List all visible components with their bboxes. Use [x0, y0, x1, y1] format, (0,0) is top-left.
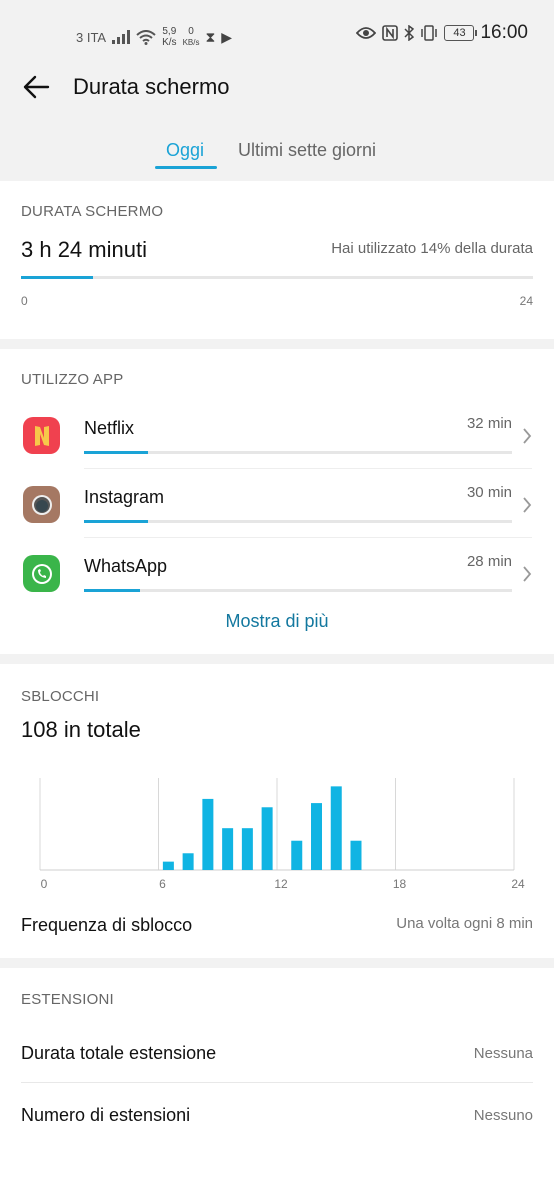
tab-last-seven-days[interactable]: Ultimi sette giorni	[238, 140, 376, 161]
screen-time-progress-track	[21, 276, 533, 279]
eye-icon	[356, 27, 377, 39]
chart-x-tick-label: 6	[159, 877, 166, 891]
app-usage-time: 32 min	[466, 415, 512, 432]
chart-bar	[182, 853, 194, 870]
chevron-right-icon	[523, 566, 532, 582]
network-speed: 5,9 K/s	[162, 26, 176, 48]
chart-bar	[261, 807, 273, 870]
app-usage-card: UTILIZZO APP Netflix 32 min Instagram 30…	[0, 349, 554, 654]
app-row-netflix[interactable]: Netflix 32 min	[0, 415, 554, 486]
play-store-icon: ▶	[221, 28, 233, 45]
app-name: Instagram	[84, 487, 165, 507]
chart-x-tick-label: 18	[393, 877, 407, 891]
speed-unit: K/s	[162, 37, 177, 48]
kbs-unit: KB/s	[182, 38, 200, 47]
screen-time-axis-end: 24	[519, 294, 533, 308]
app-progress-fill	[84, 451, 149, 454]
battery-level: 43	[453, 27, 466, 39]
unlock-frequency-label: Frequenza di sblocco	[21, 915, 193, 935]
app-usage-time: 28 min	[466, 553, 512, 570]
app-progress-track	[84, 520, 512, 523]
tab-today[interactable]: Oggi	[166, 140, 204, 161]
kbs-value: 0	[188, 26, 194, 37]
status-left: 3 ITA 5,9 K/s 0 KB/s ⧗ ▶	[76, 26, 232, 48]
whatsapp-icon	[23, 555, 60, 592]
kbs-indicator: 0 KB/s	[183, 26, 200, 48]
speed-value: 5,9	[162, 26, 177, 37]
chart-bar	[350, 840, 362, 870]
extensions-section-label: ESTENSIONI	[21, 991, 114, 1008]
app-bar: Durata schermo	[0, 68, 554, 108]
nfc-icon	[382, 25, 399, 41]
chart-bar	[162, 861, 174, 870]
divider	[84, 468, 532, 469]
signal-icon	[112, 30, 131, 44]
status-right: 43 16:00	[356, 22, 528, 44]
app-row-instagram[interactable]: Instagram 30 min	[0, 484, 554, 555]
extension-row-value: Nessuna	[473, 1045, 533, 1062]
chart-bar	[291, 840, 303, 870]
chart-bar	[202, 798, 214, 870]
divider	[21, 1082, 533, 1083]
extension-row-label: Numero di estensioni	[21, 1105, 191, 1125]
chart-bar	[241, 828, 253, 870]
screen-time-card: DURATA SCHERMO 3 h 24 minuti Hai utilizz…	[0, 181, 554, 339]
screen-time-axis-start: 0	[21, 294, 28, 308]
bluetooth-icon	[404, 25, 415, 41]
unlocks-card: SBLOCCHI 108 in totale 0 6 12 18 24 Frequenz…	[0, 664, 554, 958]
tab-bar: Oggi Ultimi sette giorni	[0, 138, 554, 172]
chart-bar	[330, 786, 342, 870]
app-progress-track	[84, 589, 512, 592]
netflix-icon	[23, 417, 60, 454]
hourglass-icon: ⧗	[205, 28, 216, 45]
divider	[84, 537, 532, 538]
active-tab-indicator	[155, 166, 217, 169]
extensions-card: ESTENSIONI Durata totale estensione Ness…	[0, 968, 554, 1200]
screen-time-note: Hai utilizzato 14% della durata	[331, 240, 533, 257]
unlock-frequency-value: Una volta ogni 8 min	[396, 915, 533, 932]
screen-time-value: 3 h 24 minuti	[21, 237, 147, 262]
chevron-right-icon	[523, 497, 532, 513]
app-progress-fill	[84, 520, 149, 523]
chart-x-tick-label: 12	[274, 877, 288, 891]
app-progress-track	[84, 451, 512, 454]
status-bar: 3 ITA 5,9 K/s 0 KB/s ⧗ ▶ 43 16:00	[0, 0, 554, 68]
chevron-right-icon	[523, 428, 532, 444]
app-usage-section-label: UTILIZZO APP	[21, 371, 124, 388]
chart-bar	[311, 803, 322, 870]
unlocks-bar-chart: 0 6 12 18 24	[39, 778, 525, 891]
carrier-label: 3 ITA	[76, 29, 107, 45]
extension-row-label: Durata totale estensione	[21, 1043, 217, 1063]
battery-icon: 43	[444, 25, 478, 41]
extension-row-value: Nessuno	[473, 1107, 533, 1124]
screen-time-section-label: DURATA SCHERMO	[21, 203, 164, 220]
wifi-icon	[136, 29, 156, 45]
app-progress-fill	[84, 589, 140, 592]
instagram-icon	[23, 486, 60, 523]
app-usage-time: 30 min	[466, 484, 512, 501]
show-more-button[interactable]: Mostra di più	[0, 611, 554, 632]
page-title: Durata schermo	[73, 74, 230, 99]
chart-bar	[222, 828, 234, 870]
app-name: WhatsApp	[84, 556, 168, 576]
vibrate-icon	[421, 25, 438, 41]
chart-x-tick-label: 24	[511, 877, 525, 891]
app-name: Netflix	[84, 418, 135, 438]
screen-time-progress-fill	[21, 276, 93, 279]
chart-x-tick-label: 0	[41, 877, 48, 891]
back-arrow-icon[interactable]	[22, 72, 50, 102]
clock: 16:00	[480, 22, 528, 43]
